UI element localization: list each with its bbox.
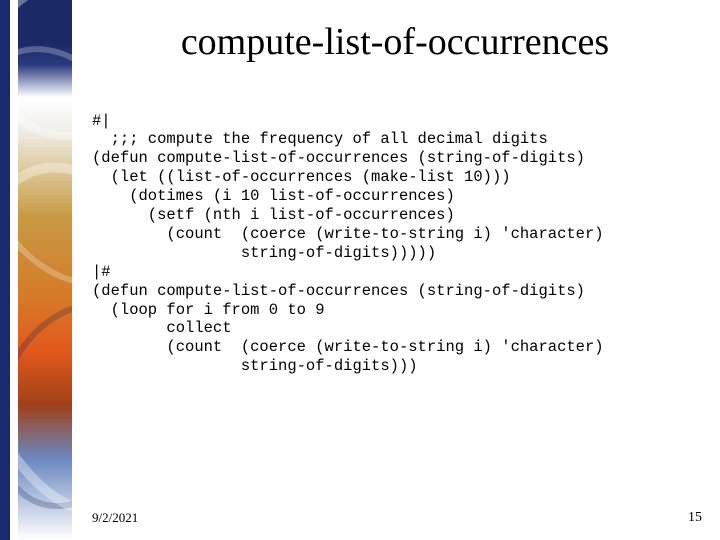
band-white-gap <box>10 0 18 540</box>
swirl-decoration <box>18 15 72 316</box>
footer-date: 9/2/2021 <box>92 510 138 526</box>
swirl-decoration <box>18 280 72 531</box>
band-blue-stripe <box>0 0 10 540</box>
slide-title: compute-list-of-occurrences <box>90 20 700 64</box>
left-decorative-band <box>0 0 72 540</box>
code-block: #| ;;; compute the frequency of all deci… <box>92 112 706 377</box>
footer-page-number: 15 <box>688 510 702 526</box>
slide: compute-list-of-occurrences #| ;;; compu… <box>0 0 720 540</box>
band-artwork <box>18 0 72 540</box>
